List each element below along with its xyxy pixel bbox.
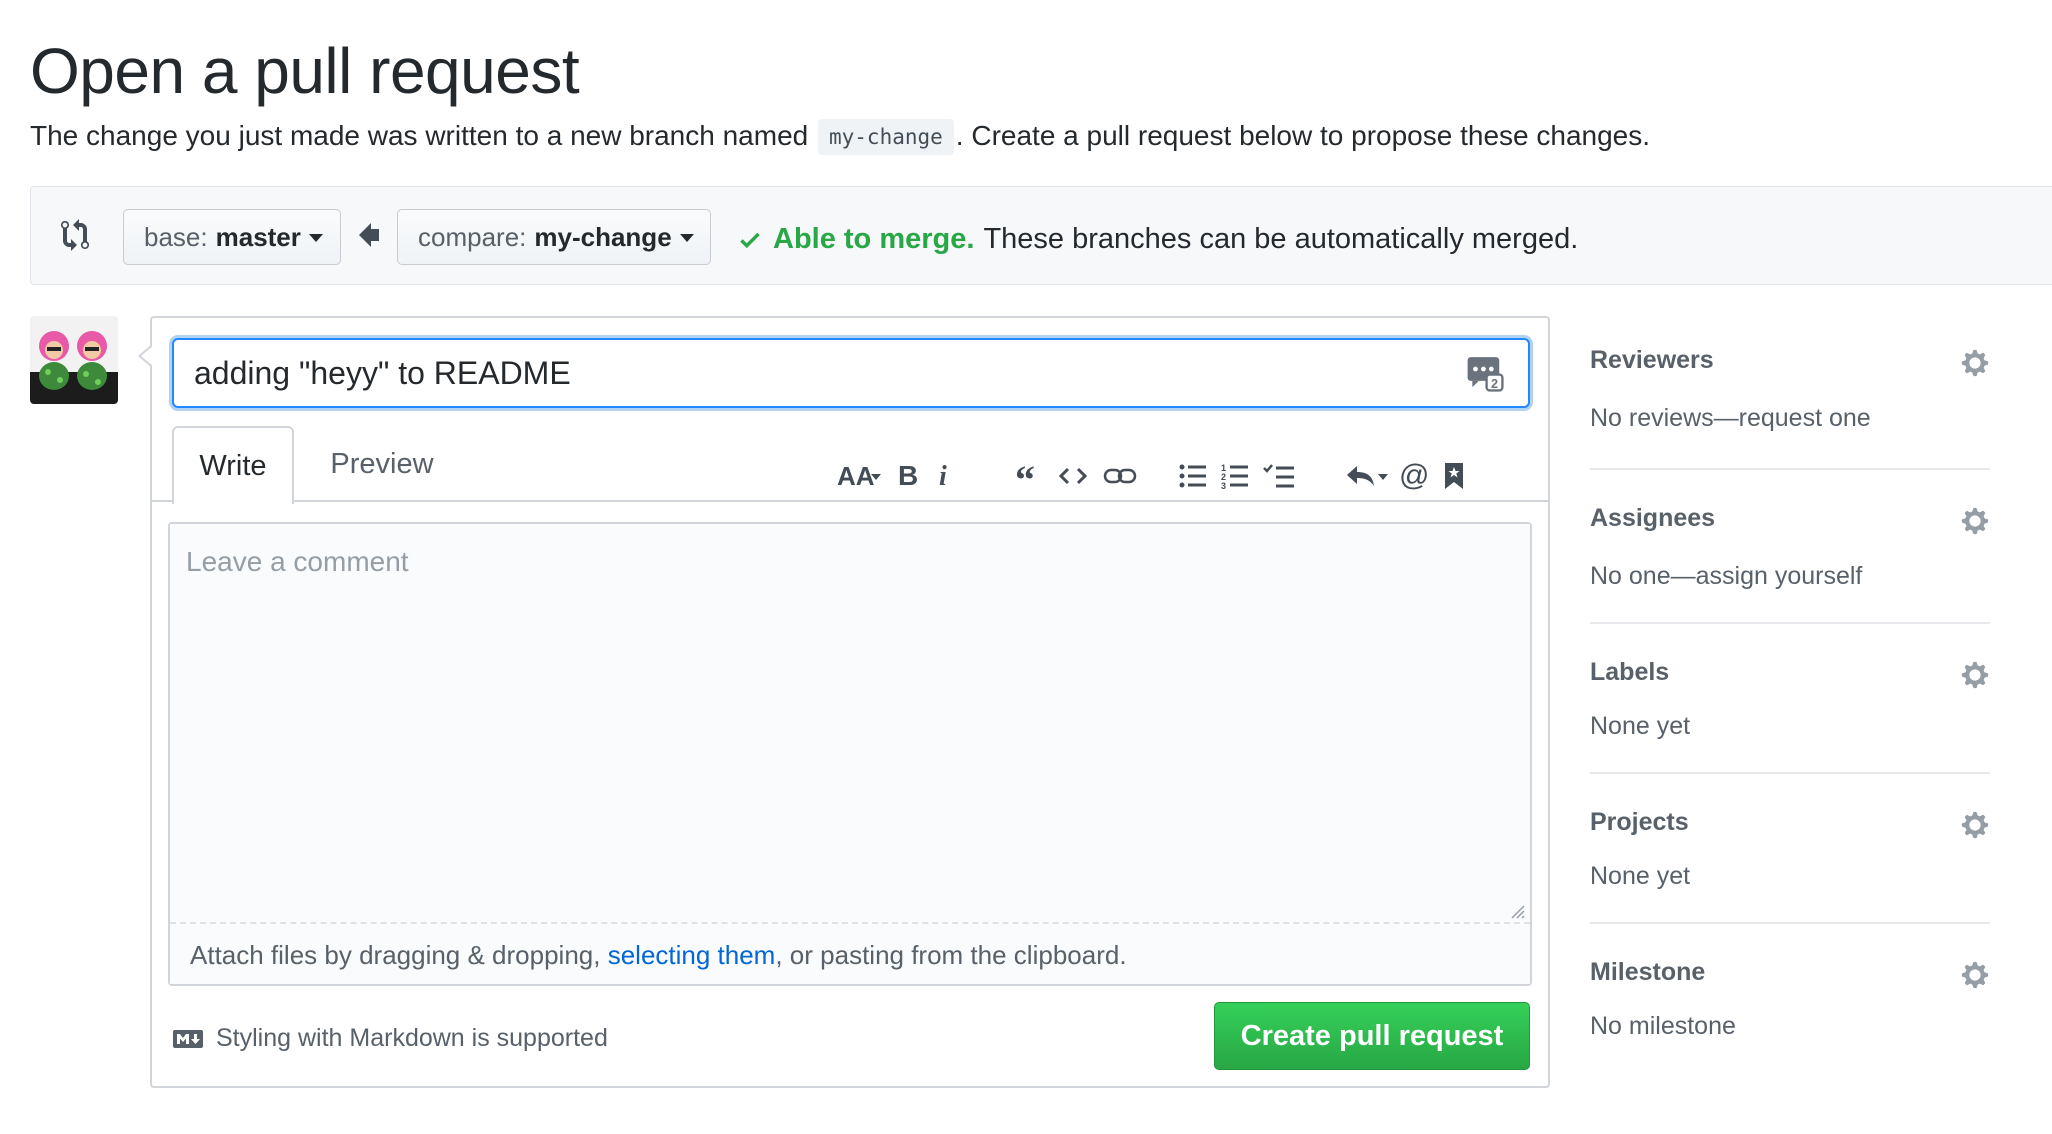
chevron-down-icon xyxy=(679,234,694,242)
avatar xyxy=(30,316,118,404)
markdown-hint[interactable]: Styling with Markdown is supported xyxy=(172,1024,608,1053)
branch-name: my-change xyxy=(818,119,954,155)
sidebar-item-labels: Labels None yet xyxy=(1590,624,1990,774)
create-pull-request-button[interactable]: Create pull request xyxy=(1214,1002,1530,1070)
compare-label: compare: xyxy=(418,221,527,252)
page: Open a pull request The change you just … xyxy=(0,0,2052,1134)
attach-text-1: Attach files by dragging & dropping, xyxy=(190,940,608,970)
editor-tabs: Write Preview AA B i “ 1 2 3 @ xyxy=(152,426,1548,504)
svg-text:B: B xyxy=(898,463,917,489)
svg-text:@: @ xyxy=(1399,462,1429,490)
page-title: Open a pull request xyxy=(30,35,580,107)
markdown-icon xyxy=(173,1029,203,1048)
code-icon[interactable] xyxy=(1058,458,1088,494)
svg-text:AA: AA xyxy=(837,463,875,489)
reference-icon[interactable] xyxy=(1442,458,1466,494)
task-list-icon[interactable] xyxy=(1262,458,1296,494)
svg-text:“: “ xyxy=(1015,463,1035,489)
sidebar-item-value: None yet xyxy=(1590,862,1691,890)
check-icon xyxy=(740,232,760,248)
select-files-link[interactable]: selecting them xyxy=(608,940,776,970)
base-branch-name: master xyxy=(215,221,301,252)
intro-before: The change you just made was written to … xyxy=(30,120,809,151)
intro-after: . Create a pull request below to propose… xyxy=(955,120,1651,151)
mention-icon[interactable]: @ xyxy=(1398,458,1430,494)
sidebar-item-title[interactable]: Reviewers xyxy=(1590,346,1714,375)
sidebar: Reviewers No reviews—request one Assigne… xyxy=(1590,316,1990,1064)
sidebar-item-reviewers: Reviewers No reviews—request one xyxy=(1590,316,1990,470)
pull-request-form: 2 Write Preview AA B i “ xyxy=(138,316,1550,1088)
sidebar-item-value: None yet xyxy=(1590,712,1691,740)
merge-status: Able to merge. These branches can be aut… xyxy=(737,223,1578,256)
sidebar-item-value: No milestone xyxy=(1590,1012,1736,1040)
arrow-left-icon xyxy=(359,223,379,247)
tab-write[interactable]: Write xyxy=(172,426,294,504)
markdown-hint-label: Styling with Markdown is supported xyxy=(216,1024,608,1052)
italic-icon[interactable]: i xyxy=(934,458,956,494)
sidebar-item-milestone: Milestone No milestone xyxy=(1590,924,1990,1064)
sidebar-item-title[interactable]: Milestone xyxy=(1590,958,1705,987)
header-icon[interactable]: AA xyxy=(836,458,882,494)
svg-text:3: 3 xyxy=(1221,481,1226,489)
unordered-list-icon[interactable] xyxy=(1178,458,1208,494)
gear-icon[interactable] xyxy=(1960,810,1990,840)
reply-icon[interactable] xyxy=(1344,458,1390,494)
merge-status-label: Able to merge. xyxy=(773,223,975,255)
sidebar-item-title[interactable]: Labels xyxy=(1590,658,1669,687)
saved-replies-icon[interactable]: 2 xyxy=(1466,354,1504,392)
gear-icon[interactable] xyxy=(1960,506,1990,536)
comment-area: Attach files by dragging & dropping, sel… xyxy=(168,522,1532,986)
base-label: base: xyxy=(144,221,208,252)
merge-status-detail: These branches can be automatically merg… xyxy=(983,223,1579,255)
sidebar-item-value[interactable]: No reviews—request one xyxy=(1590,404,1871,433)
sidebar-item-value[interactable]: No one—assign yourself xyxy=(1590,562,1862,591)
chevron-down-icon xyxy=(308,234,323,242)
intro-text: The change you just made was written to … xyxy=(30,119,1651,155)
gear-icon[interactable] xyxy=(1960,960,1990,990)
svg-text:2: 2 xyxy=(1491,377,1498,391)
sidebar-item-projects: Projects None yet xyxy=(1590,774,1990,924)
link-icon[interactable] xyxy=(1102,458,1138,494)
resize-grip-icon[interactable] xyxy=(1506,900,1526,920)
svg-text:i: i xyxy=(939,463,947,489)
compare-bar: base: master compare: my-change Able to … xyxy=(30,186,2052,285)
tab-preview[interactable]: Preview xyxy=(312,426,452,502)
comment-textarea[interactable] xyxy=(170,524,1530,922)
gear-icon[interactable] xyxy=(1960,660,1990,690)
ordered-list-icon[interactable]: 123 xyxy=(1220,458,1250,494)
title-input[interactable] xyxy=(172,338,1530,408)
compare-branch-button[interactable]: compare: my-change xyxy=(397,209,711,265)
attach-files-hint: Attach files by dragging & dropping, sel… xyxy=(170,922,1530,984)
sidebar-item-title[interactable]: Assignees xyxy=(1590,504,1715,533)
bold-icon[interactable]: B xyxy=(894,458,920,494)
compare-icon xyxy=(61,219,89,251)
attach-text-2: , or pasting from the clipboard. xyxy=(775,940,1127,970)
compare-branch-name: my-change xyxy=(534,221,672,252)
gear-icon[interactable] xyxy=(1960,348,1990,378)
base-branch-button[interactable]: base: master xyxy=(123,209,341,265)
quote-icon[interactable]: “ xyxy=(1014,458,1044,494)
sidebar-item-title[interactable]: Projects xyxy=(1590,808,1689,837)
sidebar-item-assignees: Assignees No one—assign yourself xyxy=(1590,470,1990,624)
